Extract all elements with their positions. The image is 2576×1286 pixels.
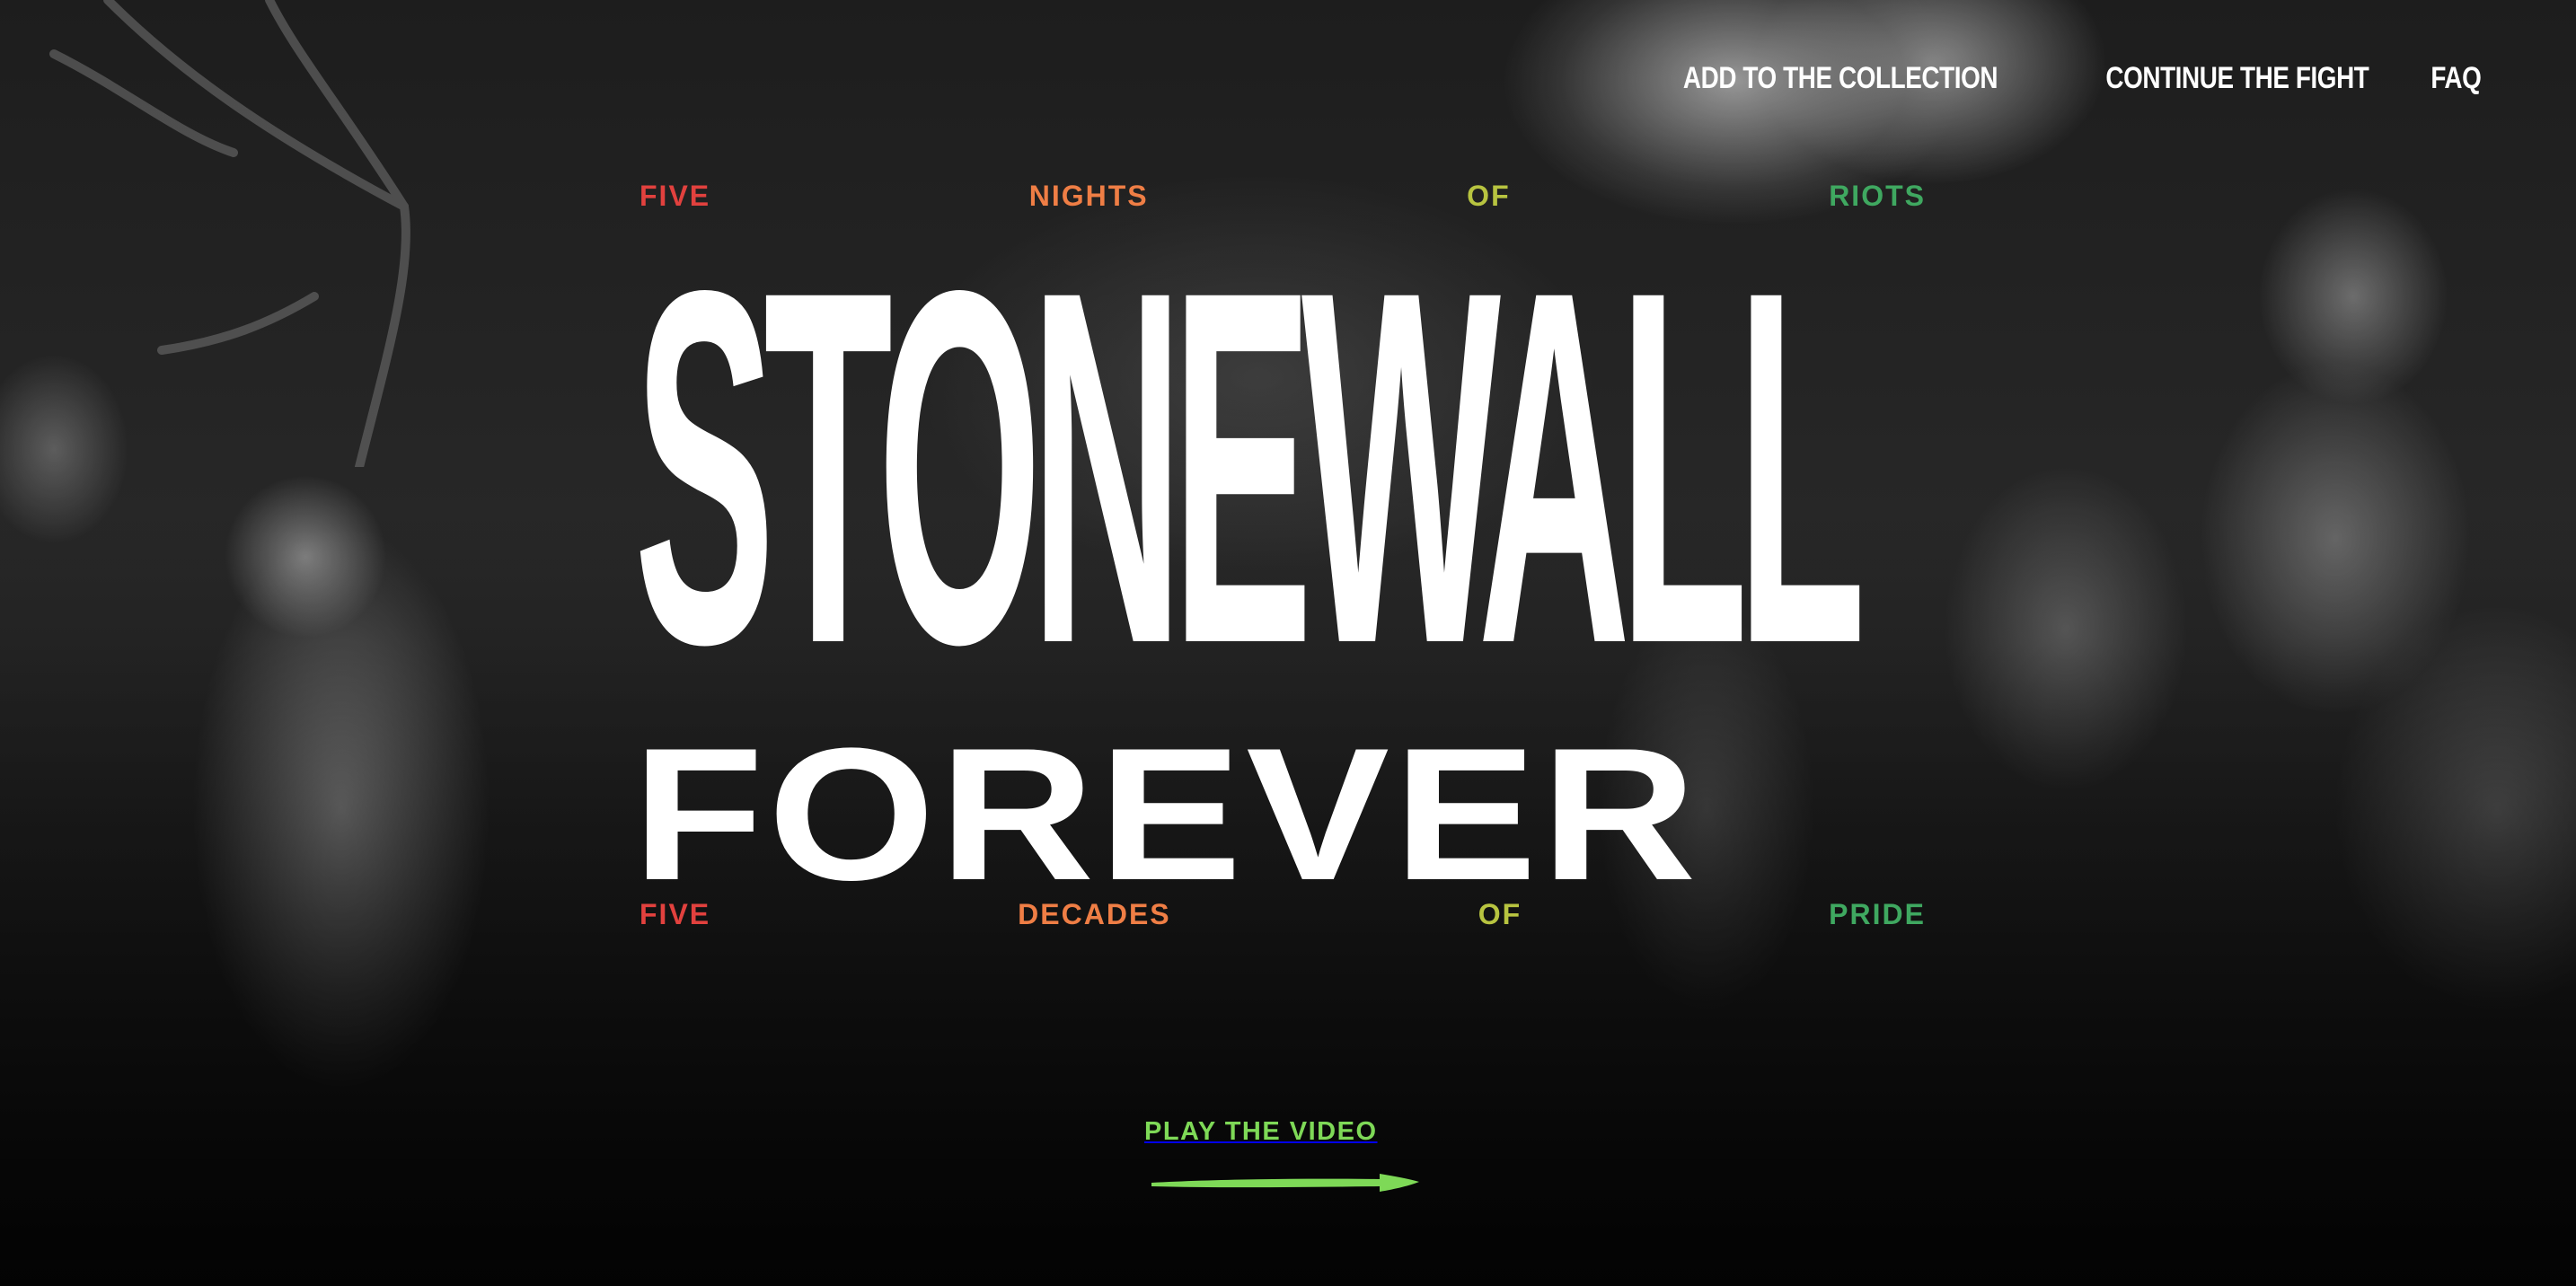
page: ADD TO THE COLLECTION CONTINUE THE FIGHT…: [0, 0, 2576, 1286]
bottom-tagline: FIVE DECADES OF PRIDE: [640, 898, 1926, 931]
play-video-label: PLAY THE VIDEO: [1144, 1117, 1378, 1146]
nav-continue-the-fight[interactable]: CONTINUE THE FIGHT: [2105, 61, 2369, 96]
hero-title-text: STONEWALL: [634, 186, 1866, 748]
tagline-word: DECADES: [1018, 898, 1171, 930]
hero: FIVE NIGHTS OF RIOTS STONEWALL FOREVER F…: [632, 180, 1926, 930]
hero-subtitle-text: FOREVER: [632, 709, 1701, 920]
hero-subtitle: FOREVER: [632, 720, 1926, 909]
hero-title: STONEWALL: [634, 216, 1929, 745]
nav-add-to-collection[interactable]: ADD TO THE COLLECTION: [1683, 61, 1998, 96]
top-navigation: ADD TO THE COLLECTION CONTINUE THE FIGHT…: [1614, 61, 2481, 96]
tagline-word: OF: [1478, 898, 1522, 930]
arrow-right-icon: [1151, 1174, 1419, 1192]
play-video-button[interactable]: PLAY THE VIDEO: [1144, 1117, 1423, 1199]
tagline-word: FIVE: [640, 898, 711, 930]
nav-faq[interactable]: FAQ: [2430, 61, 2482, 96]
tagline-word: PRIDE: [1829, 898, 1926, 930]
